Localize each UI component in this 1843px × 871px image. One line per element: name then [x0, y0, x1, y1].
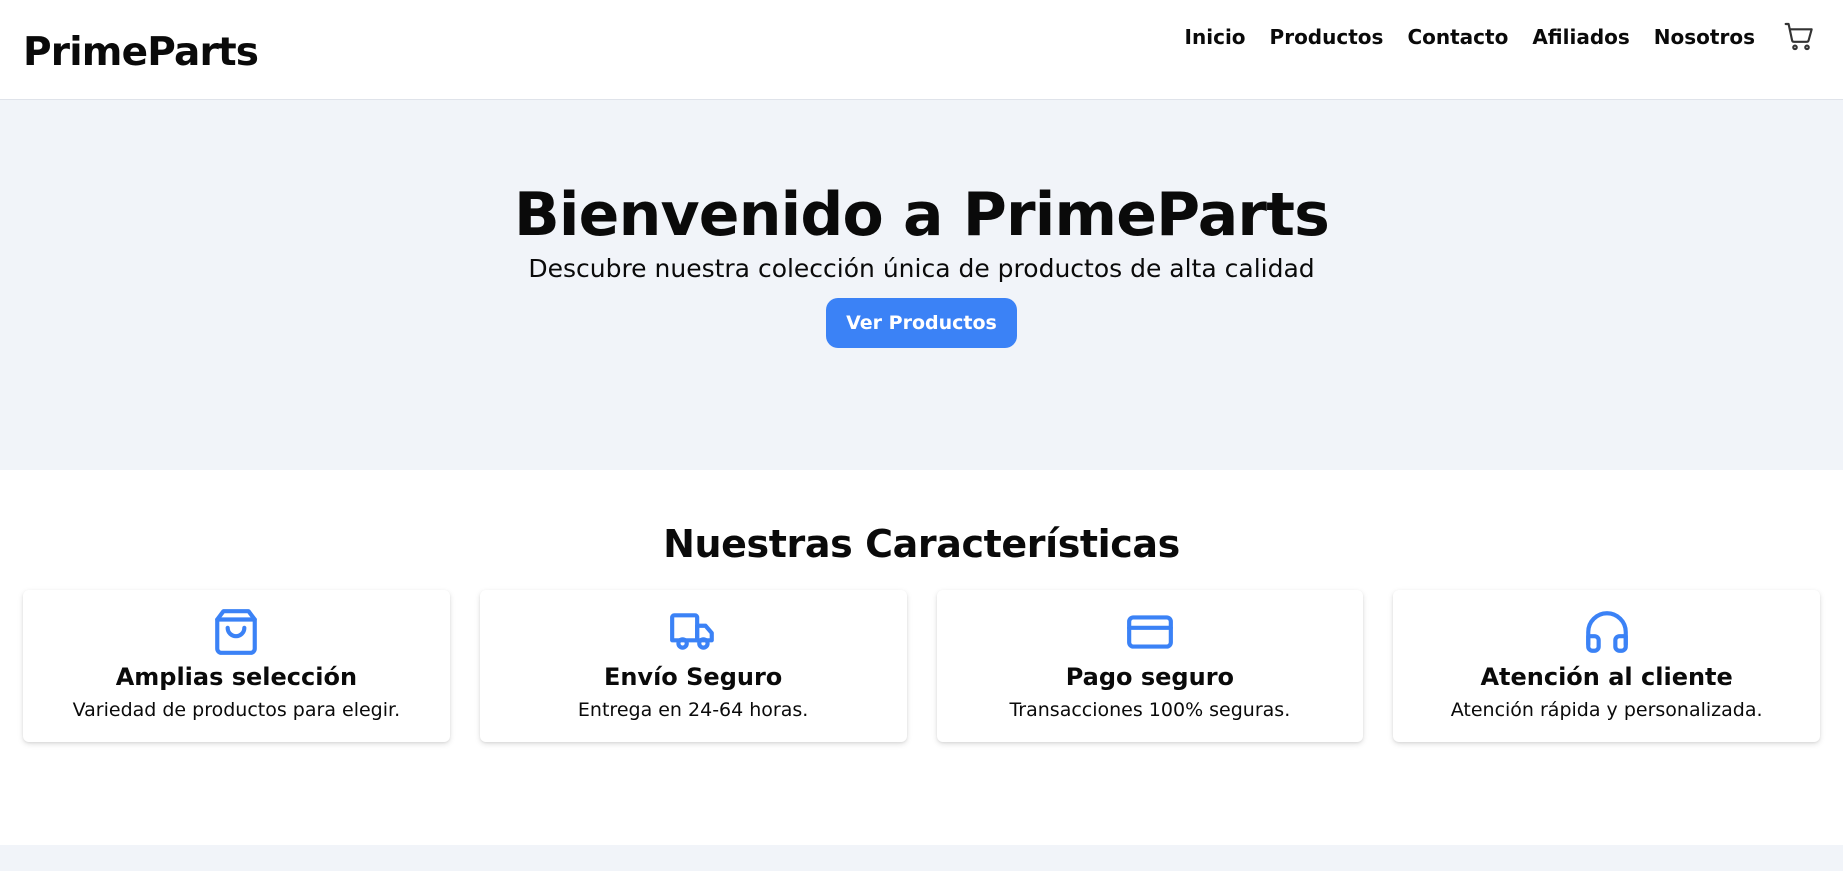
features-title: Nuestras Características — [663, 522, 1180, 566]
nav-link-afiliados[interactable]: Afiliados — [1532, 25, 1629, 49]
nav-link-nosotros[interactable]: Nosotros — [1654, 25, 1755, 49]
feature-card-shipping: Envío Seguro Entrega en 24-64 horas. — [479, 590, 907, 742]
main-nav: Inicio Productos Contacto Afiliados Noso… — [1185, 25, 1755, 49]
hero-subtitle: Descubre nuestra colección única de prod… — [528, 254, 1315, 283]
feature-description: Atención rápida y personalizada. — [1450, 699, 1763, 721]
credit-card-icon — [1126, 615, 1173, 649]
feature-title: Pago seguro — [1065, 663, 1235, 691]
hero-title: Bienvenido a PrimeParts — [513, 180, 1330, 250]
features-section: Nuestras Características Amplias selecci… — [0, 470, 1843, 845]
feature-description: Transacciones 100% seguras. — [1009, 699, 1291, 721]
feature-card-support: Atención al cliente Atención rápida y pe… — [1393, 590, 1820, 742]
nav-link-inicio[interactable]: Inicio — [1185, 25, 1246, 49]
feature-description: Entrega en 24-64 horas. — [577, 699, 809, 721]
feature-title: Amplias selección — [115, 663, 358, 691]
nav-link-productos[interactable]: Productos — [1270, 25, 1384, 49]
headphones-icon — [1585, 611, 1628, 653]
truck-icon — [670, 613, 714, 650]
nav-link-contacto[interactable]: Contacto — [1407, 25, 1508, 49]
brand-logo[interactable]: PrimeParts — [23, 30, 259, 75]
hero-section: Bienvenido a PrimeParts Descubre nuestra… — [0, 100, 1843, 470]
feature-card-selection: Amplias selección Variedad de productos … — [23, 590, 450, 742]
site-header: PrimeParts Inicio Productos Contacto Afi… — [0, 0, 1843, 100]
feature-title: Envío Seguro — [603, 663, 783, 691]
feature-title: Atención al cliente — [1480, 663, 1733, 691]
feature-cards: Amplias selección Variedad de productos … — [0, 590, 1843, 742]
shopping-cart-icon[interactable] — [1783, 20, 1815, 52]
view-products-button[interactable]: Ver Productos — [826, 298, 1017, 348]
feature-description: Variedad de productos para elegir. — [72, 699, 401, 721]
shopping-bag-icon — [215, 609, 258, 655]
footer-strip — [0, 845, 1843, 871]
feature-card-payment: Pago seguro Transacciones 100% seguras. — [936, 590, 1364, 742]
